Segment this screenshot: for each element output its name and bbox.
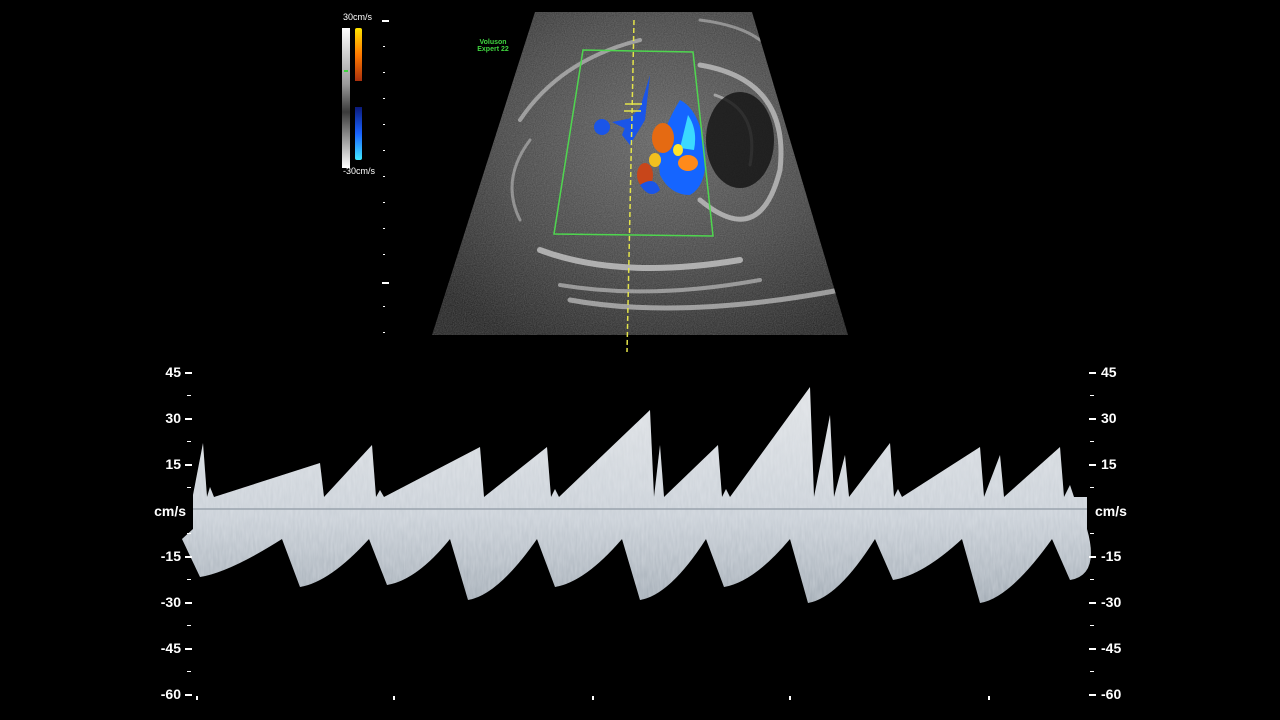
brand-model: Expert 22 [477,46,509,53]
velocity-unit-label-right: cm/s [1095,503,1127,519]
velocity-tick-label: 30 [165,410,181,426]
velocity-minor-tick [187,671,191,672]
velocity-tick-label: 45 [165,364,181,380]
velocity-tick-label: -60 [160,686,181,702]
velocity-minor-tick [187,395,191,396]
velocity-minor-tick [1090,579,1094,580]
depth-tick [383,98,385,99]
velocity-tick [1089,418,1096,420]
velocity-tick [185,372,192,374]
velocity-tick [1089,556,1096,558]
color-scale-max-label: 30cm/s [343,12,373,22]
time-marker [789,696,791,700]
color-scale-baseline-marker [344,70,348,72]
velocity-minor-tick [187,487,191,488]
velocity-tick-label: -15 [1101,548,1122,564]
velocity-minor-tick [1090,533,1094,534]
time-marker [592,696,594,700]
device-brand-label: Voluson Expert 22 [476,39,510,53]
depth-tick [383,306,385,307]
velocity-minor-tick [187,625,191,626]
depth-tick [383,176,385,177]
velocity-minor-tick [1090,395,1094,396]
velocity-minor-tick [1090,487,1094,488]
velocity-tick [185,648,192,650]
velocity-tick [1089,602,1096,604]
velocity-tick [185,418,192,420]
velocity-tick [1089,372,1096,374]
velocity-tick-label: 30 [1101,410,1117,426]
velocity-minor-tick [187,441,191,442]
velocity-minor-tick [187,533,191,534]
depth-tick [383,202,385,203]
velocity-tick-label: 15 [1101,456,1117,472]
time-marker [196,696,198,700]
depth-tick [383,228,385,229]
depth-tick [383,150,385,151]
velocity-minor-tick [1090,441,1094,442]
velocity-tick [185,464,192,466]
color-scale-gray-bar [342,28,350,168]
velocity-tick-label: -30 [160,594,181,610]
velocity-tick [1089,648,1096,650]
velocity-tick [185,556,192,558]
depth-scale [378,0,392,350]
velocity-tick-label: -45 [1101,640,1122,656]
velocity-tick-label: 45 [1101,364,1117,380]
brand-name: Voluson [479,39,507,46]
depth-tick [383,46,385,47]
color-scale-positive-bar [355,28,362,81]
velocity-tick-label: -15 [160,548,181,564]
velocity-minor-tick [1090,671,1094,672]
time-marker [988,696,990,700]
time-axis-markers [196,696,990,700]
color-scale-min-label: -30cm/s [343,166,376,176]
spectral-speckle [182,387,1091,603]
time-marker [393,696,395,700]
spectral-waveform [182,387,1091,603]
depth-tick [383,254,385,255]
velocity-tick [1089,464,1096,466]
spectral-doppler-trace [182,387,1091,700]
velocity-tick-label: -60 [1101,686,1122,702]
velocity-tick-label: -45 [160,640,181,656]
velocity-tick [1089,694,1096,696]
velocity-tick-label: 15 [165,456,181,472]
depth-tick [383,72,385,73]
ultrasound-bmode-image [432,12,848,353]
velocity-minor-tick [187,579,191,580]
depth-tick [383,124,385,125]
depth-tick [382,282,389,284]
velocity-minor-tick [1090,625,1094,626]
color-scale-negative-bar [355,107,362,160]
velocity-tick-label: -30 [1101,594,1122,610]
velocity-tick [185,694,192,696]
depth-tick [382,20,389,22]
velocity-unit-label-left: cm/s [154,503,186,519]
depth-tick [383,332,385,333]
velocity-tick [185,602,192,604]
